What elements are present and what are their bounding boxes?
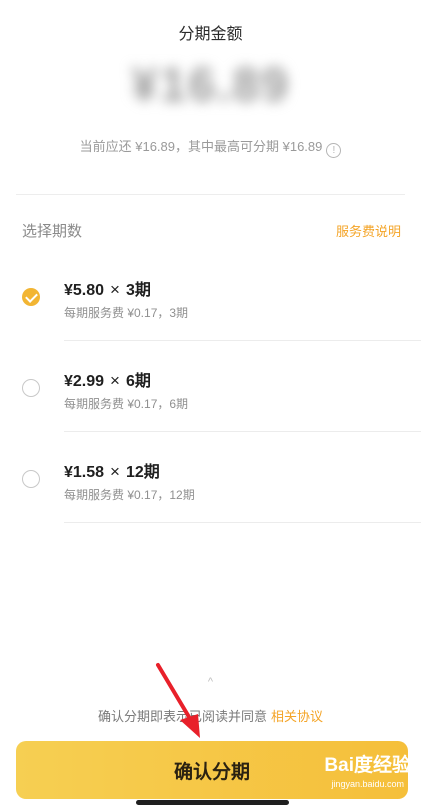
agreement-link[interactable]: 相关协议	[271, 709, 323, 724]
option-periods: 6期	[125, 373, 151, 390]
option-detail: 每期服务费 ¥0.17，12期	[64, 488, 195, 502]
divider	[16, 194, 405, 195]
option-amount: ¥1.58	[64, 464, 105, 481]
option-divider	[64, 522, 421, 523]
option-amount-line: ¥1.58 × 12期	[64, 458, 160, 482]
page-title: 分期金额	[178, 26, 243, 43]
period-option-12[interactable]: ¥1.58 × 12期 每期服务费 ¥0.17，12期	[0, 432, 421, 523]
home-indicator[interactable]	[136, 800, 289, 805]
option-detail: 每期服务费 ¥0.17，3期	[64, 306, 189, 320]
option-amount-line: ¥5.80 × 3期	[64, 276, 151, 300]
service-fee-link[interactable]: 服务费说明	[336, 221, 401, 240]
watermark-main: Bai度经验	[324, 755, 411, 776]
option-amount: ¥5.80	[64, 282, 105, 299]
watermark-sub: jingyan.baidu.com	[331, 779, 404, 789]
info-icon[interactable]: !	[326, 143, 342, 158]
period-option-3[interactable]: ¥5.80 × 3期 每期服务费 ¥0.17，3期	[0, 250, 421, 341]
watermark-logo: Bai度经验 jingyan.baidu.com	[324, 750, 411, 789]
times-sign: ×	[110, 371, 120, 390]
radio-icon[interactable]	[22, 379, 40, 397]
option-periods: 3期	[125, 282, 151, 299]
select-periods-label: 选择期数	[22, 223, 83, 240]
chevron-up-icon[interactable]: ^	[0, 676, 421, 688]
installment-amount: ¥16.89	[131, 59, 290, 112]
option-periods: 12期	[125, 464, 160, 481]
annotation-arrow-icon	[156, 663, 200, 738]
amount-subtitle-text: 当前应还 ¥16.89，其中最高可分期 ¥16.89	[79, 139, 323, 154]
agreement-text: 确认分期即表示已阅读并同意 相关协议	[0, 706, 421, 725]
amount-subtitle: 当前应还 ¥16.89，其中最高可分期 ¥16.89!	[0, 136, 421, 158]
radio-icon[interactable]	[22, 470, 40, 488]
period-options: ¥5.80 × 3期 每期服务费 ¥0.17，3期 ¥2.99 × 6期 每期服务费 ¥…	[0, 250, 421, 523]
option-amount-line: ¥2.99 × 6期	[64, 367, 151, 391]
period-option-6[interactable]: ¥2.99 × 6期 每期服务费 ¥0.17，6期	[0, 341, 421, 432]
times-sign: ×	[110, 462, 120, 481]
option-amount: ¥2.99	[64, 373, 105, 390]
times-sign: ×	[110, 280, 120, 299]
check-icon[interactable]	[22, 288, 40, 306]
option-detail: 每期服务费 ¥0.17，6期	[64, 397, 189, 411]
